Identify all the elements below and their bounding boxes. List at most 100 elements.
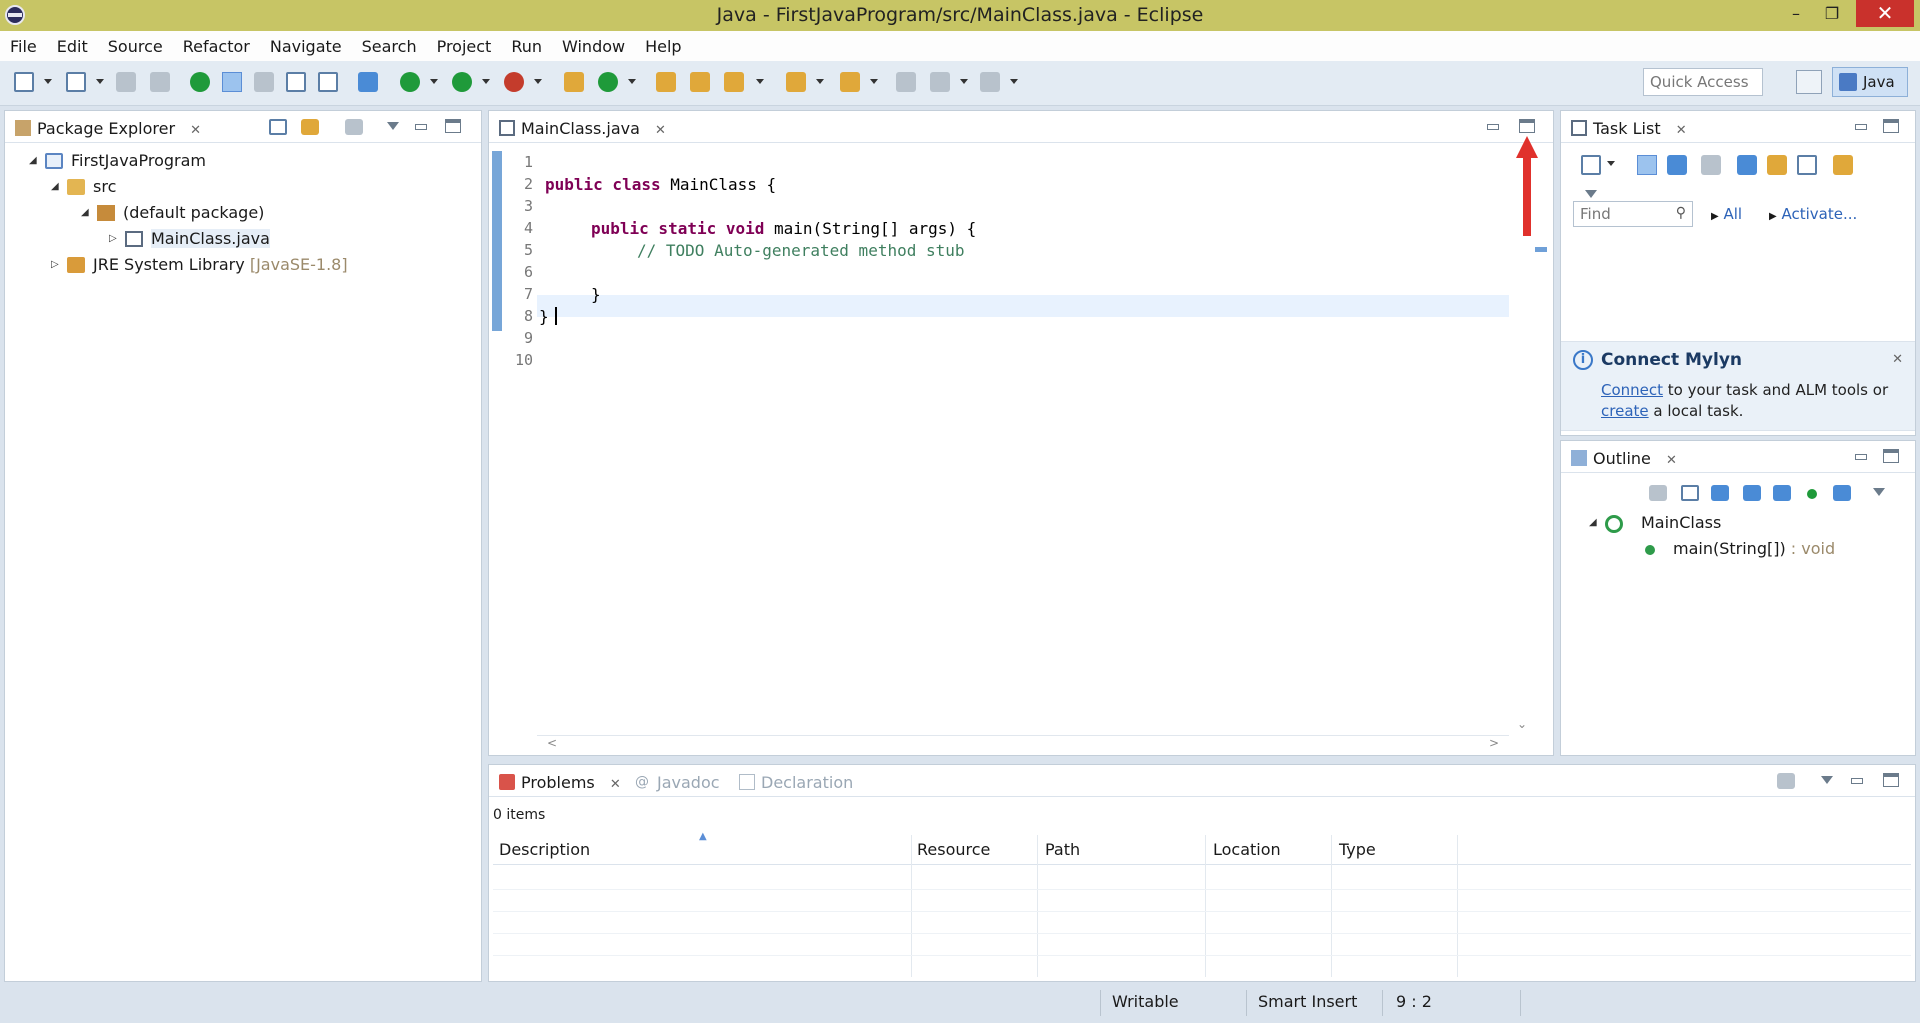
close-tab-icon[interactable]: ✕ (190, 123, 201, 138)
task-view-menu-icon[interactable] (1583, 187, 1599, 201)
overview-ruler-marker[interactable] (1535, 247, 1547, 252)
new-project-icon[interactable] (66, 72, 86, 92)
close-tab-icon[interactable]: ✕ (1666, 453, 1677, 468)
restore-button[interactable]: ❐ (1814, 0, 1850, 27)
new-dropdown-icon[interactable] (44, 79, 52, 85)
menu-search[interactable]: Search (362, 37, 417, 56)
new-task-dropdown-icon[interactable] (1607, 161, 1615, 167)
close-tab-icon[interactable]: ✕ (1676, 123, 1687, 138)
view-menu-icon[interactable] (1819, 773, 1835, 787)
scroll-right-arrow[interactable]: > (1489, 736, 1499, 750)
open-task-icon[interactable] (690, 72, 710, 92)
column-location[interactable]: Location (1213, 840, 1281, 859)
column-resource[interactable]: Resource (917, 840, 990, 859)
scroll-left-arrow[interactable]: < (547, 736, 557, 750)
column-description[interactable]: Description (499, 840, 590, 859)
debug-icon[interactable] (400, 72, 420, 92)
new-class-dropdown-icon[interactable] (628, 79, 636, 85)
expand-arrow-icon[interactable]: ◢ (1589, 517, 1597, 528)
close-tab-icon[interactable]: ✕ (610, 777, 621, 792)
link-with-editor-icon[interactable] (301, 119, 319, 135)
tab-javadoc[interactable]: @ Javadoc (627, 768, 728, 795)
all-filter[interactable]: ▶ All (1711, 205, 1742, 223)
debug-dropdown-icon[interactable] (430, 79, 438, 85)
external-tools-icon[interactable] (504, 72, 524, 92)
maximize-view-icon[interactable] (445, 119, 461, 133)
task-repositories-icon[interactable] (1833, 155, 1853, 175)
last-edit-location-icon[interactable] (840, 72, 860, 92)
maximize-editor-icon[interactable] (1519, 119, 1535, 133)
scheduled-view-icon[interactable] (1667, 155, 1687, 175)
new-java-package-icon[interactable] (564, 72, 584, 92)
run-dropdown-icon[interactable] (482, 79, 490, 85)
highlight-occurrences-icon[interactable] (222, 72, 242, 92)
code-line-todo-comment[interactable]: // TODO Auto-generated method stub (637, 241, 965, 260)
menu-source[interactable]: Source (108, 37, 163, 56)
task-find-input[interactable]: Find ⚲ (1573, 201, 1693, 227)
close-button[interactable]: ✕ (1856, 0, 1914, 27)
external-tools-dropdown-icon[interactable] (534, 79, 542, 85)
column-type[interactable]: Type (1339, 840, 1376, 859)
code-line-main-method[interactable]: public static void main(String[] args) { (591, 219, 976, 238)
expand-arrow-icon[interactable]: ◢ (51, 181, 59, 192)
collapse-all-outline-icon[interactable] (1681, 485, 1699, 501)
forward-icon[interactable] (980, 72, 1000, 92)
back-dropdown-icon[interactable] (960, 79, 968, 85)
last-edit-dropdown-icon[interactable] (870, 79, 878, 85)
pin-editor-icon[interactable] (358, 72, 378, 92)
menu-help[interactable]: Help (645, 37, 681, 56)
java-perspective-button[interactable]: Java (1832, 67, 1908, 97)
open-type-hierarchy-icon[interactable] (656, 72, 676, 92)
maximize-view-icon[interactable] (1883, 449, 1899, 463)
search-dropdown-icon[interactable] (756, 79, 764, 85)
tab-outline[interactable]: Outline ✕ (1563, 444, 1685, 471)
activate-filter[interactable]: ▶ Activate... (1769, 205, 1857, 223)
hide-local-types-icon[interactable] (1833, 485, 1851, 501)
code-line-method-close[interactable]: } (591, 285, 601, 304)
show-whitespace-icon[interactable] (318, 72, 338, 92)
menu-window[interactable]: Window (562, 37, 625, 56)
minimize-button[interactable]: – (1778, 0, 1814, 27)
code-line-class-close[interactable]: } (539, 307, 549, 326)
next-edit-dropdown-icon[interactable] (816, 79, 824, 85)
expand-arrow-icon[interactable]: ◢ (81, 207, 89, 218)
back-nav-icon[interactable] (930, 72, 950, 92)
search-icon[interactable] (724, 72, 744, 92)
tab-package-explorer[interactable]: Package Explorer ✕ (7, 114, 210, 141)
horizontal-scrollbar[interactable]: < > (537, 735, 1509, 751)
vertical-scroll-down[interactable]: ⌄ (1517, 717, 1527, 731)
close-mylyn-icon[interactable]: ✕ (1892, 352, 1903, 367)
menu-run[interactable]: Run (511, 37, 542, 56)
code-line-class-declaration[interactable]: public class MainClass { (545, 175, 776, 194)
new-project-dropdown-icon[interactable] (96, 79, 104, 85)
minimize-view-icon[interactable] (1853, 449, 1869, 463)
minimize-view-icon[interactable] (1849, 773, 1865, 787)
focus-on-task-icon[interactable] (1649, 485, 1667, 501)
open-type-icon[interactable] (190, 72, 210, 92)
hide-static-icon[interactable] (1773, 485, 1791, 501)
forward-dropdown-icon[interactable] (1010, 79, 1018, 85)
close-tab-icon[interactable]: ✕ (655, 123, 666, 138)
minimize-view-icon[interactable] (413, 119, 429, 133)
save-all-icon[interactable] (150, 72, 170, 92)
connect-link[interactable]: Connect (1601, 381, 1663, 399)
quick-access-input[interactable]: Quick Access (1643, 68, 1763, 96)
focus-on-task-icon[interactable] (1777, 773, 1795, 789)
outline-view-menu-icon[interactable] (1871, 485, 1887, 499)
view-menu-icon[interactable] (385, 119, 401, 133)
new-java-class-icon[interactable] (598, 72, 618, 92)
expand-arrow-icon[interactable]: ◢ (29, 155, 37, 166)
minimize-editor-icon[interactable] (1485, 119, 1501, 133)
hide-fields-icon[interactable] (1743, 485, 1761, 501)
save-icon[interactable] (116, 72, 136, 92)
collapse-arrow-icon[interactable]: ▷ (109, 233, 117, 244)
column-path[interactable]: Path (1045, 840, 1080, 859)
menu-refactor[interactable]: Refactor (183, 37, 250, 56)
menu-project[interactable]: Project (437, 37, 492, 56)
back-icon[interactable] (896, 72, 916, 92)
tab-task-list[interactable]: Task List ✕ (1563, 114, 1695, 141)
create-link[interactable]: create (1601, 402, 1649, 420)
new-icon[interactable] (14, 72, 34, 92)
collapse-arrow-icon[interactable]: ▷ (51, 259, 59, 270)
run-icon[interactable] (452, 72, 472, 92)
